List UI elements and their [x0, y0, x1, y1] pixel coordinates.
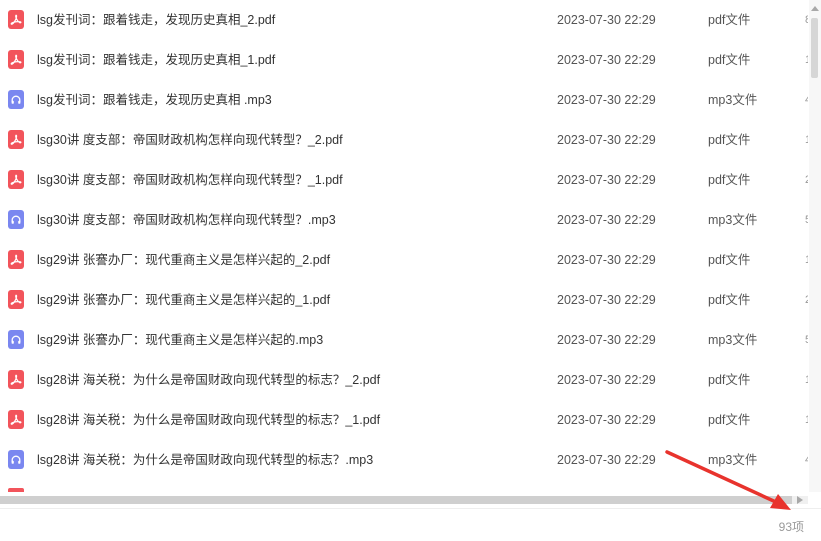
- file-row[interactable]: lsg29讲 张謇办厂：现代重商主义是怎样兴起的_2.pdf 2023-07-30…: [0, 240, 808, 280]
- file-modified-date: 2023-07-30 22:29: [557, 13, 656, 27]
- file-type: pdf文件: [708, 53, 751, 67]
- file-modified-date: 2023-07-30 22:29: [557, 173, 656, 187]
- pdf-file-icon: [8, 290, 24, 309]
- audio-file-icon: [8, 90, 24, 109]
- file-size-clipped: 1: [805, 120, 808, 160]
- item-count: 93项: [778, 520, 804, 534]
- file-name: lsg29讲 张謇办厂：现代重商主义是怎样兴起的.mp3: [37, 333, 324, 347]
- file-modified-date: 2023-07-30 22:29: [557, 133, 656, 147]
- file-modified-date: 2023-07-30 22:29: [557, 93, 656, 107]
- file-type: pdf文件: [708, 133, 751, 147]
- file-modified-date: 2023-07-30 22:29: [557, 253, 656, 267]
- vertical-scrollbar[interactable]: [809, 0, 821, 492]
- status-bar: 93项: [0, 508, 821, 541]
- file-type: mp3文件: [708, 93, 758, 107]
- horizontal-scroll-thumb[interactable]: [0, 496, 792, 504]
- file-modified-date: 2023-07-30 22:29: [557, 213, 656, 227]
- pdf-file-icon: [8, 50, 24, 69]
- file-name: lsg29讲 张謇办厂：现代重商主义是怎样兴起的_2.pdf: [37, 253, 331, 267]
- file-size-clipped: 4: [805, 80, 808, 120]
- vertical-scroll-thumb[interactable]: [811, 18, 818, 78]
- file-modified-date: 2023-07-30 22:29: [557, 333, 656, 347]
- file-type: pdf文件: [708, 253, 751, 267]
- file-type: pdf文件: [708, 173, 751, 187]
- file-type: pdf文件: [708, 13, 751, 27]
- file-name: lsg发刊词：跟着钱走，发现历史真相_2.pdf: [37, 13, 276, 27]
- file-name: lsg29讲 张謇办厂：现代重商主义是怎样兴起的_1.pdf: [37, 293, 331, 307]
- file-row[interactable]: lsg30讲 度支部：帝国财政机构怎样向现代转型？.mp3 2023-07-30 …: [0, 200, 808, 240]
- pdf-file-icon: [8, 370, 24, 389]
- audio-file-icon: [8, 330, 24, 349]
- pdf-file-icon: [8, 130, 24, 149]
- pdf-file-icon: [8, 250, 24, 269]
- file-row[interactable]: lsg发刊词：跟着钱走，发现历史真相 .mp3 2023-07-30 22:29 m…: [0, 80, 808, 120]
- file-type: mp3文件: [708, 333, 758, 347]
- audio-file-icon: [8, 450, 24, 469]
- pdf-file-icon: [8, 170, 24, 189]
- file-row[interactable]: lsg28讲 海关税：为什么是帝国财政向现代转型的标志？.mp3 2023-07-…: [0, 440, 808, 480]
- file-name: lsg28讲 海关税：为什么是帝国财政向现代转型的标志？.mp3: [37, 453, 374, 467]
- file-name: lsg30讲 度支部：帝国财政机构怎样向现代转型？_2.pdf: [37, 133, 343, 147]
- scroll-up-arrow-icon[interactable]: [811, 6, 819, 11]
- file-name: lsg28讲 海关税：为什么是帝国财政向现代转型的标志？_2.pdf: [37, 373, 381, 387]
- file-row[interactable]: lsg28讲 海关税：为什么是帝国财政向现代转型的标志？_1.pdf 2023-0…: [0, 400, 808, 440]
- file-row[interactable]: lsg29讲 张謇办厂：现代重商主义是怎样兴起的.mp3 2023-07-30 2…: [0, 320, 808, 360]
- file-size-clipped: 1: [805, 360, 808, 400]
- horizontal-scrollbar[interactable]: [0, 493, 808, 507]
- pdf-file-icon: [8, 10, 24, 29]
- file-modified-date: 2023-07-30 22:29: [557, 293, 656, 307]
- file-name: lsg发刊词：跟着钱走，发现历史真相 .mp3: [37, 93, 272, 107]
- file-name: lsg发刊词：跟着钱走，发现历史真相_1.pdf: [37, 53, 276, 67]
- file-size-clipped: 1: [805, 400, 808, 440]
- file-name: lsg28讲 海关税：为什么是帝国财政向现代转型的标志？_1.pdf: [37, 413, 381, 427]
- file-modified-date: 2023-07-30 22:29: [557, 453, 656, 467]
- pdf-file-icon: [8, 410, 24, 429]
- file-modified-date: 2023-07-30 22:29: [557, 53, 656, 67]
- file-row[interactable]: lsg30讲 度支部：帝国财政机构怎样向现代转型？_1.pdf 2023-07-3…: [0, 160, 808, 200]
- scroll-right-arrow-icon[interactable]: [797, 496, 803, 504]
- file-size-clipped: 5: [805, 320, 808, 360]
- file-size-clipped: 4: [805, 440, 808, 480]
- audio-file-icon: [8, 210, 24, 229]
- file-size-clipped: 8: [805, 0, 808, 40]
- file-size-clipped: 5: [805, 200, 808, 240]
- file-type: pdf文件: [708, 413, 751, 427]
- file-type: pdf文件: [708, 293, 751, 307]
- file-row[interactable]: lsg29讲 张謇办厂：现代重商主义是怎样兴起的_1.pdf 2023-07-30…: [0, 280, 808, 320]
- file-modified-date: 2023-07-30 22:29: [557, 413, 656, 427]
- file-size-clipped: 2: [805, 280, 808, 320]
- file-name: lsg30讲 度支部：帝国财政机构怎样向现代转型？.mp3: [37, 213, 336, 227]
- file-row[interactable]: lsg30讲 度支部：帝国财政机构怎样向现代转型？_2.pdf 2023-07-3…: [0, 120, 808, 160]
- file-size-clipped: 2: [805, 160, 808, 200]
- file-type: mp3文件: [708, 213, 758, 227]
- file-row[interactable]: lsg28讲 海关税：为什么是帝国财政向现代转型的标志？_2.pdf 2023-0…: [0, 360, 808, 400]
- file-list: lsg发刊词：跟着钱走，发现历史真相_2.pdf 2023-07-30 22:29…: [0, 0, 808, 492]
- file-row[interactable]: lsg发刊词：跟着钱走，发现历史真相_2.pdf 2023-07-30 22:29…: [0, 0, 808, 40]
- partial-next-row-icon: [8, 488, 24, 492]
- file-name: lsg30讲 度支部：帝国财政机构怎样向现代转型？_1.pdf: [37, 173, 343, 187]
- file-type: pdf文件: [708, 373, 751, 387]
- file-modified-date: 2023-07-30 22:29: [557, 373, 656, 387]
- file-row[interactable]: lsg发刊词：跟着钱走，发现历史真相_1.pdf 2023-07-30 22:29…: [0, 40, 808, 80]
- file-type: mp3文件: [708, 453, 758, 467]
- file-size-clipped: 1: [805, 240, 808, 280]
- file-size-clipped: 1: [805, 40, 808, 80]
